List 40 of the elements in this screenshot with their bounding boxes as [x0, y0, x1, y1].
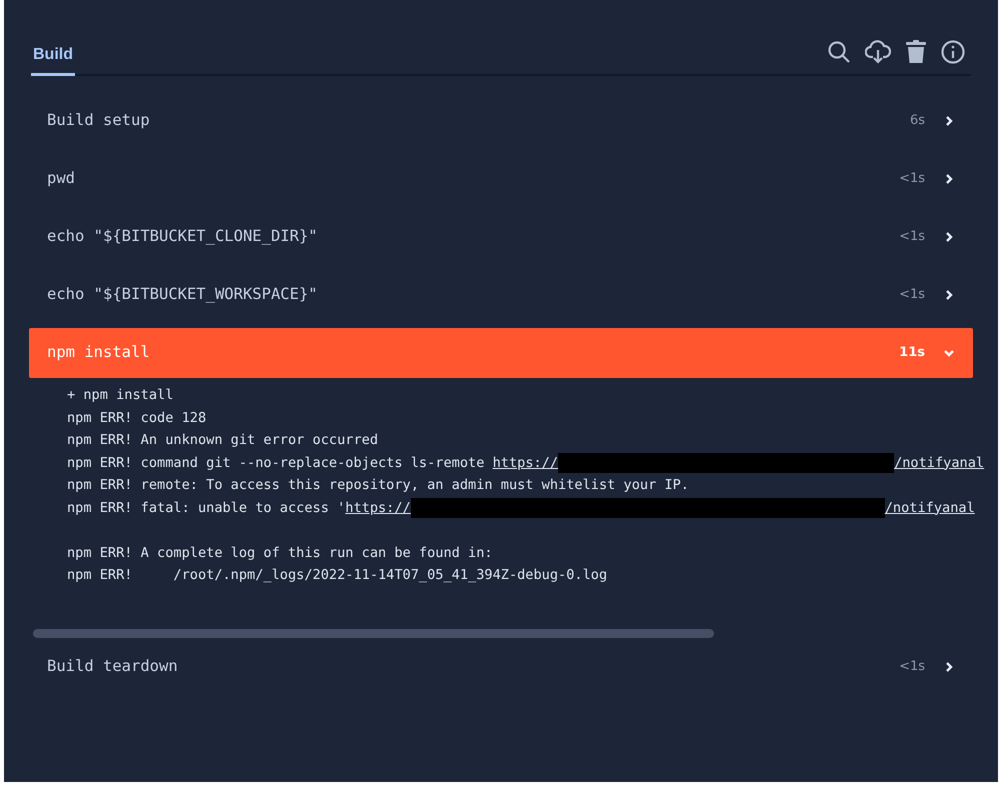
step-label: pwd: [47, 168, 76, 190]
log-link[interactable]: /notifyanal: [894, 452, 984, 474]
build-tab[interactable]: Build: [31, 43, 75, 76]
log-text: + npm install: [67, 386, 174, 405]
log-link[interactable]: https://: [345, 496, 411, 519]
step-duration: <1s: [899, 286, 925, 304]
log-text: npm ERR! A complete log of this run can be found in:: [67, 544, 493, 562]
step-label: npm install: [47, 342, 151, 364]
cloud-download-icon[interactable]: [865, 40, 891, 64]
chevron-icon[interactable]: [943, 173, 955, 185]
log-text: npm ERR! An unknown git error occurred: [67, 431, 378, 450]
horizontal-scrollbar[interactable]: [33, 628, 714, 638]
chevron-icon[interactable]: [943, 660, 955, 672]
search-icon[interactable]: [827, 40, 851, 64]
step-row[interactable]: echo "${BITBUCKET_WORKSPACE}" <1s: [29, 270, 973, 320]
step-label: echo "${BITBUCKET_CLONE_DIR}": [47, 226, 319, 248]
step-duration: 11s: [899, 344, 925, 362]
chevron-icon[interactable]: [943, 289, 955, 301]
chevron-icon[interactable]: [943, 115, 955, 127]
step-duration: 6s: [910, 112, 925, 130]
log-text: npm ERR! code 128: [67, 408, 206, 428]
step-label: Build setup: [47, 110, 151, 132]
log-text: npm ERR! fatal: unable to access ': [67, 498, 346, 518]
info-icon[interactable]: [941, 40, 965, 64]
log-text: npm ERR! remote: To access this repository, an admin must whitelist your IP.: [67, 476, 689, 495]
trash-icon[interactable]: [905, 40, 927, 64]
log-link[interactable]: /notifyanal: [884, 496, 975, 519]
step-row[interactable]: pwd <1s: [29, 154, 973, 204]
step-row[interactable]: echo "${BITBUCKET_CLONE_DIR}" <1s: [29, 212, 973, 262]
step-duration: <1s: [899, 658, 925, 676]
chevron-icon[interactable]: [943, 231, 955, 243]
log-text: npm ERR! /root/.npm/_logs/2022-11-14T07_05_41_394Z-debug-0.log: [67, 566, 608, 585]
step-duration: <1s: [899, 170, 925, 188]
log-link[interactable]: https://: [492, 452, 558, 474]
step-label: echo "${BITBUCKET_WORKSPACE}": [47, 284, 319, 306]
step-row[interactable]: Build setup 6s: [29, 96, 973, 146]
step-duration: <1s: [899, 228, 925, 246]
log-text: npm ERR! command git --no-replace-objects ls-remote: [67, 454, 486, 472]
step-row[interactable]: Build teardown <1s: [29, 642, 973, 692]
step-label: Build teardown: [47, 656, 179, 677]
